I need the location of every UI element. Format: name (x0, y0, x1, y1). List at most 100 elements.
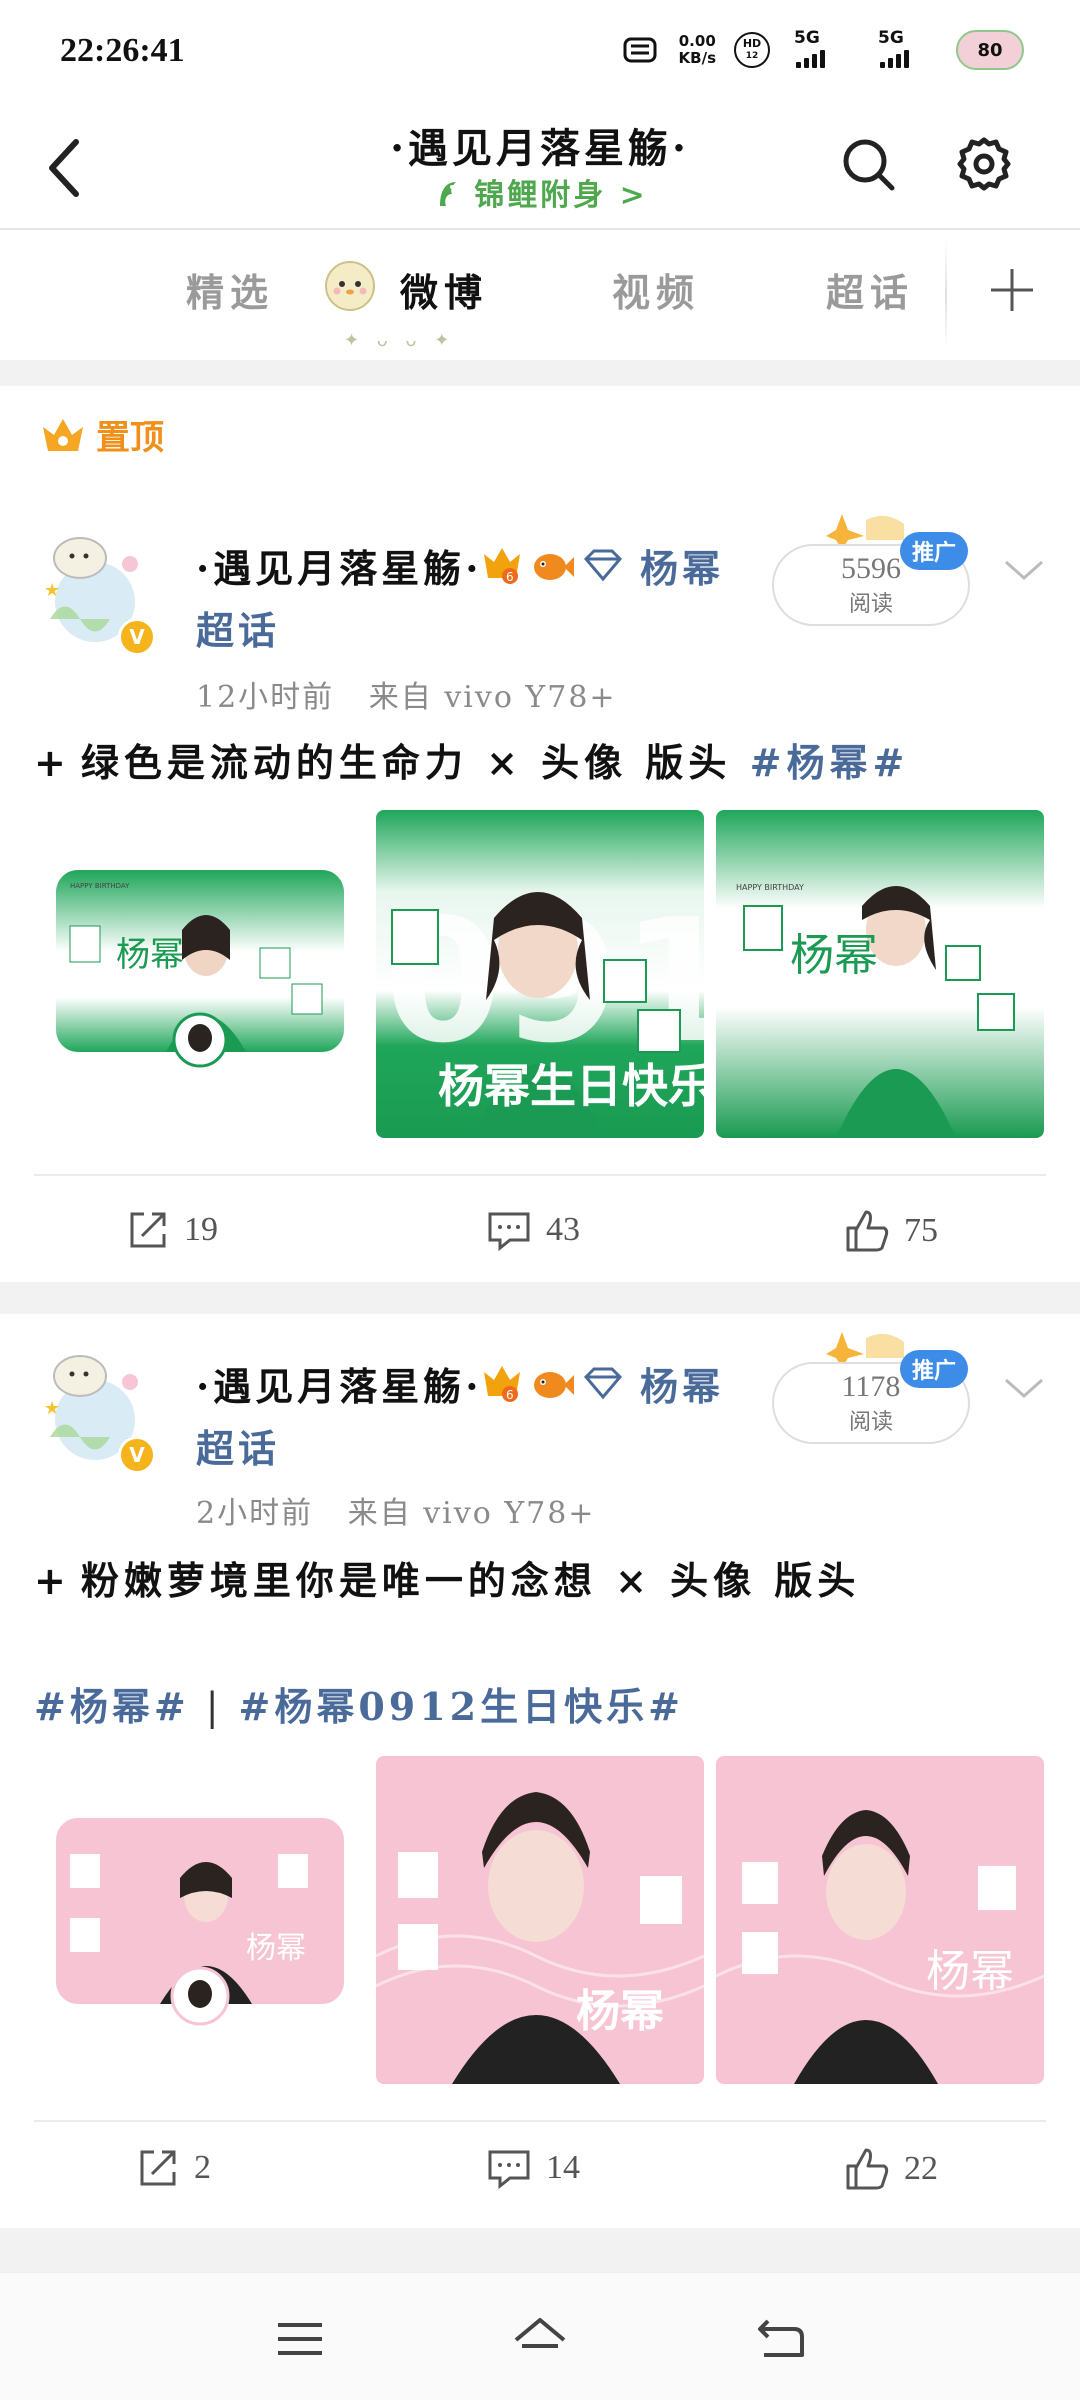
image-2-name: 杨幂 (576, 1986, 664, 2037)
actions-divider (34, 2120, 1046, 2122)
author-badges: 6 (480, 544, 624, 586)
back-icon (758, 2319, 804, 2357)
hd-sub: 12 (745, 51, 759, 61)
chevron-down-icon[interactable] (1000, 550, 1048, 590)
share-count: 2 (194, 2149, 211, 2186)
hashtag-link[interactable]: #杨幂# (750, 740, 910, 785)
post-card[interactable]: ★ V ·遇见月落星觞· 6 杨幂 超话 2小时前 来自 vivo Y78+ 1… (0, 1328, 1080, 2248)
image-3-name: 杨幂 (926, 1946, 1014, 1997)
back-nav-button[interactable] (740, 2309, 820, 2369)
pinned-text: 置顶 (96, 418, 164, 458)
svg-text:★: ★ (44, 580, 60, 601)
promote-badge[interactable]: 推广 (900, 1350, 969, 1388)
super-topic-link-suffix[interactable]: 超话 (196, 600, 280, 655)
post-text: + 粉嫩萝境里你是唯一的念想 × 头像 版头 (34, 1550, 860, 1605)
author-badges: 6 (480, 1362, 624, 1404)
battery-level: 80 (977, 39, 1003, 61)
crown-icon (43, 418, 83, 451)
hashtag-link[interactable]: #杨幂# (34, 1684, 190, 1729)
like-count: 75 (904, 1212, 938, 1249)
section-gap (0, 1282, 1080, 1314)
image-3-name: 杨幂 (790, 930, 878, 981)
read-label: 阅读 (848, 1410, 893, 1435)
verified-badge: V (118, 1436, 156, 1474)
share-button[interactable]: 19 (126, 1208, 218, 1252)
post-image-1[interactable]: 杨幂 HAPPY BIRTHDAY (56, 870, 344, 1070)
battery-icon: 80 (956, 30, 1024, 70)
post-source: 来自 vivo Y78+ (368, 680, 617, 715)
tab-featured[interactable]: 精选 (186, 262, 274, 317)
diamond-icon (583, 549, 623, 582)
tab-active-decoration: ✦ ᴗ ᴗ ✦ (344, 330, 456, 351)
share-count: 19 (184, 1211, 218, 1248)
super-topic-link-suffix[interactable]: 超话 (196, 1418, 280, 1473)
tabs-separator (945, 240, 947, 350)
post-card[interactable]: ★ V ·遇见月落星觞· 6 杨幂 超话 12小时前 来自 vivo Y78+ … (0, 510, 1080, 1280)
share-button[interactable]: 2 (136, 2146, 211, 2190)
koi-icon (440, 182, 457, 206)
comment-icon (488, 1212, 530, 1252)
page-title[interactable]: ·遇见月落星觞· (0, 116, 1080, 174)
post-text-body: 粉嫩萝境里你是唯一的念想 × 头像 版头 (80, 1558, 861, 1603)
signal-1-icon: 5G (788, 28, 854, 72)
hashtag-link[interactable]: #杨幂0912生日快乐# (239, 1684, 684, 1729)
settings-button[interactable] (952, 132, 1016, 196)
image-1-name: 杨幂 (246, 1931, 306, 1966)
search-button[interactable] (836, 132, 900, 196)
post-image-3[interactable]: 杨幂 HAPPY BIRTHDAY (716, 810, 1044, 1138)
tab-weibo[interactable]: 微博 (400, 262, 488, 317)
post-image-2[interactable]: 0912 杨幂生日快乐 (376, 810, 704, 1138)
post-image-1[interactable]: 杨幂 (56, 1818, 344, 2028)
net-speed-unit: KB/s (678, 49, 716, 67)
notification-icon (621, 33, 661, 67)
net-speed-value: 0.00 (678, 32, 716, 50)
image-1-happy: HAPPY BIRTHDAY (70, 882, 130, 890)
post-image-3[interactable]: 杨幂 (716, 1756, 1044, 2084)
add-tab-button[interactable] (982, 260, 1042, 320)
author-name[interactable]: ·遇见月落星觞· (196, 1356, 482, 1411)
like-button[interactable]: 75 (844, 1208, 938, 1254)
fish-badge-icon (534, 1372, 574, 1398)
crown-level-icon: 6 (484, 548, 520, 584)
header-subtitle-link[interactable]: 锦鲤附身 > (0, 170, 1080, 214)
post-meta: 12小时前 来自 vivo Y78+ (196, 672, 617, 716)
search-icon (843, 139, 895, 191)
verified-badge: V (118, 618, 156, 656)
super-topic-link[interactable]: 杨幂 (640, 1356, 724, 1411)
author-name[interactable]: ·遇见月落星觞· (196, 538, 482, 593)
tab-video[interactable]: 视频 (612, 262, 700, 317)
level-number: 6 (506, 1388, 514, 1402)
image-3-happy: HAPPY BIRTHDAY (736, 883, 804, 892)
comment-button[interactable]: 14 (486, 2146, 580, 2190)
status-bar: 22:26:41 0.00 KB/s HD 12 5G 5G 80 (0, 0, 1080, 108)
fish-badge-icon (534, 554, 574, 580)
read-label: 阅读 (848, 592, 893, 617)
thumbs-up-icon (846, 1210, 889, 1252)
share-icon (140, 2150, 176, 2186)
image-2-banner: 杨幂生日快乐 (438, 1059, 704, 1113)
super-topic-link[interactable]: 杨幂 (640, 538, 724, 593)
promote-badge[interactable]: 推广 (900, 532, 969, 570)
image-1-name: 杨幂 (116, 935, 184, 975)
section-gap (0, 360, 1080, 386)
comment-icon (488, 2150, 530, 2190)
post-text-body: 绿色是流动的生命力 × 头像 版头 (80, 740, 732, 785)
comment-count: 14 (546, 2149, 580, 2186)
like-count: 22 (904, 2150, 938, 2187)
svg-text:★: ★ (44, 1398, 60, 1419)
like-button[interactable]: 22 (844, 2146, 938, 2192)
post-time: 2小时前 (196, 1496, 314, 1531)
home-button[interactable] (500, 2309, 580, 2369)
pinned-label: 置顶 (40, 410, 164, 459)
signal-2-label: 5G (878, 28, 904, 48)
post-image-2[interactable]: 杨幂 (376, 1756, 704, 2084)
menu-button[interactable] (260, 2309, 340, 2369)
chevron-down-icon[interactable] (1000, 1368, 1048, 1408)
crown-level-icon: 6 (484, 1366, 520, 1402)
tab-super-topic[interactable]: 超话 (826, 262, 914, 317)
hd-label: HD (742, 37, 762, 50)
post-text: + 绿色是流动的生命力 × 头像 版头 #杨幂# (34, 732, 909, 787)
comment-button[interactable]: 43 (486, 1208, 580, 1252)
status-time: 22:26:41 (60, 32, 185, 69)
gear-icon (957, 137, 1011, 191)
